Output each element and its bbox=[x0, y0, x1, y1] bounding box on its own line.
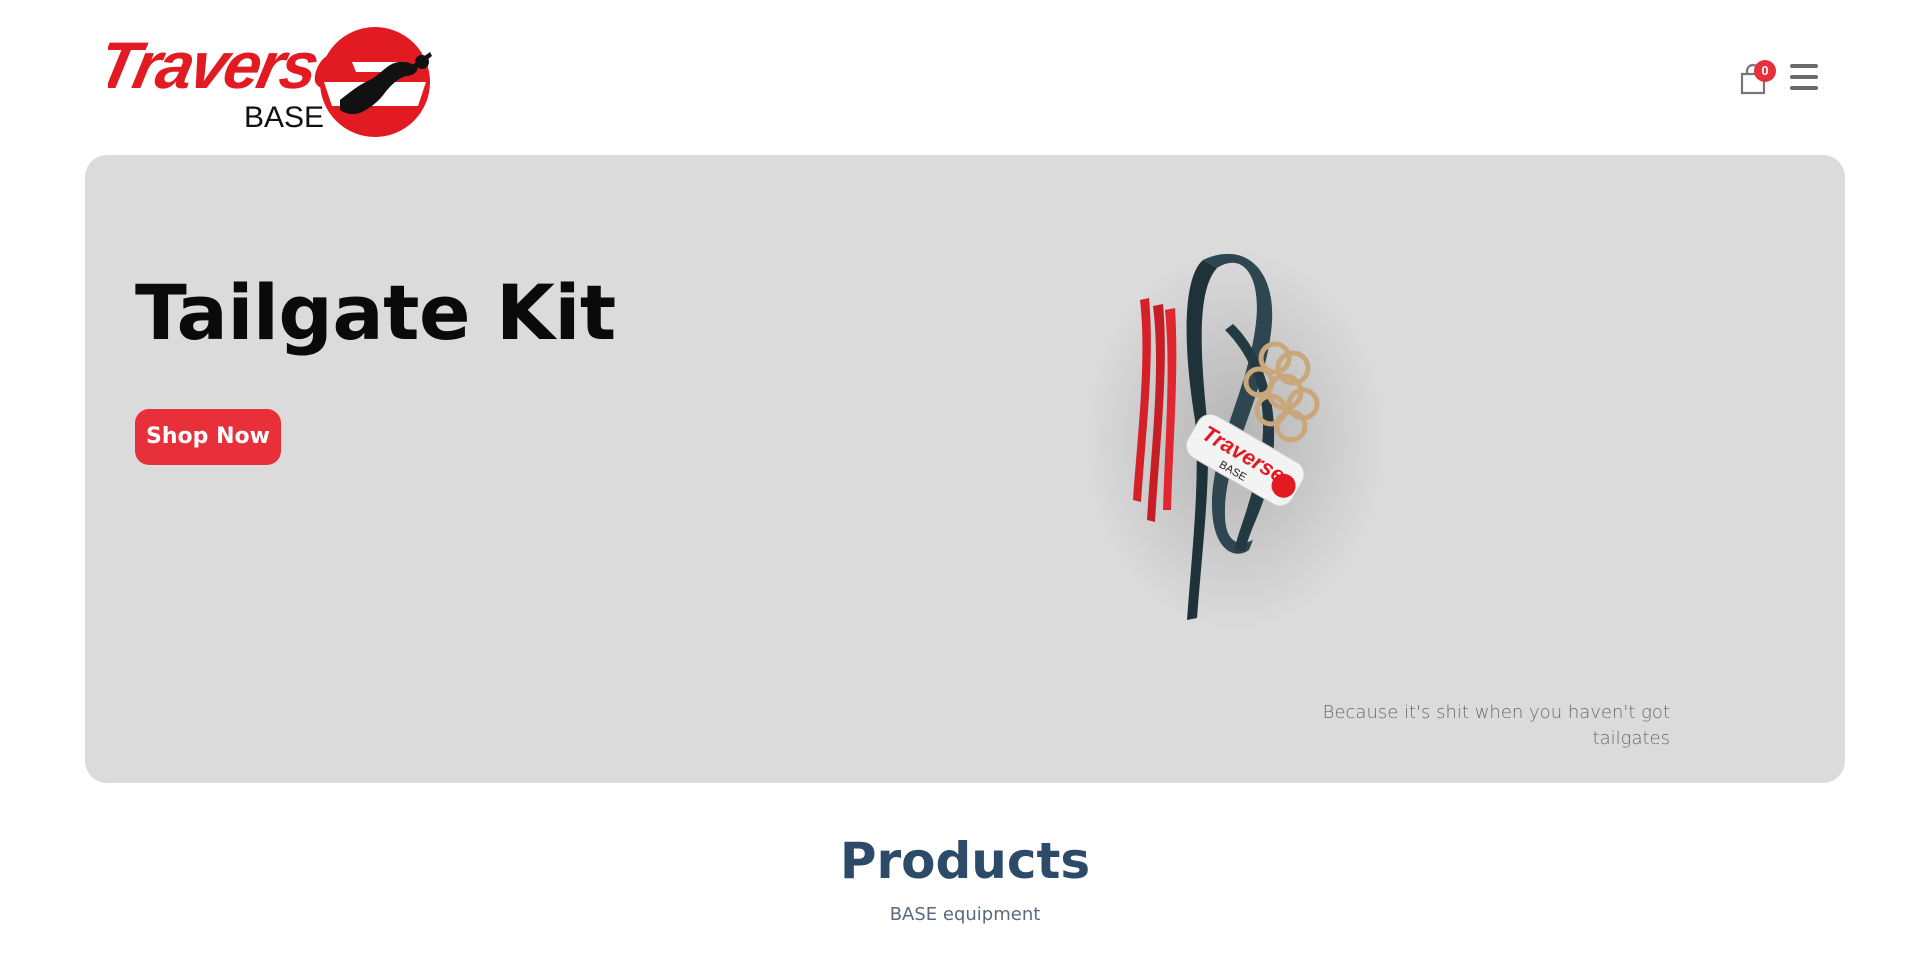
products-section-subtitle: BASE equipment bbox=[889, 904, 1041, 925]
site-header: Traverse BASE 0 bbox=[0, 0, 1920, 150]
hero-banner: Tailgate Kit Shop Now Traverse BASE Beca… bbox=[85, 155, 1845, 783]
site-logo[interactable]: Traverse BASE bbox=[108, 22, 438, 138]
logo-wordmark: Traverse bbox=[108, 30, 358, 103]
tailgate-kit-product-image: Traverse BASE bbox=[1085, 240, 1405, 630]
hamburger-menu-icon bbox=[1790, 64, 1818, 68]
logo-subtext: BASE bbox=[244, 101, 324, 134]
cart-count-badge: 0 bbox=[1754, 60, 1776, 82]
skydiver-logo-icon bbox=[320, 27, 432, 137]
menu-button[interactable] bbox=[1790, 64, 1820, 90]
hero-title: Tailgate Kit bbox=[135, 268, 616, 357]
traverse-base-logo: Traverse BASE bbox=[108, 27, 432, 137]
hero-tagline: Because it's shit when you haven't got t… bbox=[1322, 702, 1670, 749]
shop-now-button[interactable]: Shop Now bbox=[135, 409, 281, 465]
products-section-title: Products bbox=[839, 832, 1091, 890]
